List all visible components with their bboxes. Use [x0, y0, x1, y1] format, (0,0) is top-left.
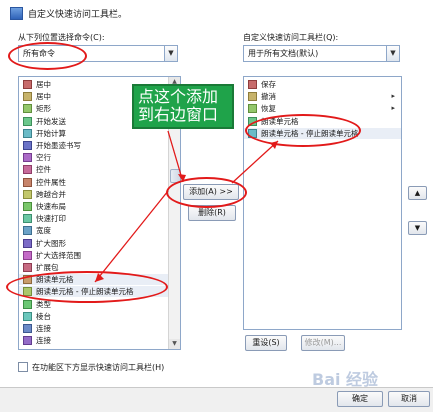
arrowhead-left — [95, 273, 104, 282]
annotation-arrows — [94, 130, 279, 283]
arrow-to-right-item — [231, 140, 279, 184]
watermark: Bai 经验 — [312, 370, 379, 389]
arrow-to-left-item — [94, 190, 169, 283]
